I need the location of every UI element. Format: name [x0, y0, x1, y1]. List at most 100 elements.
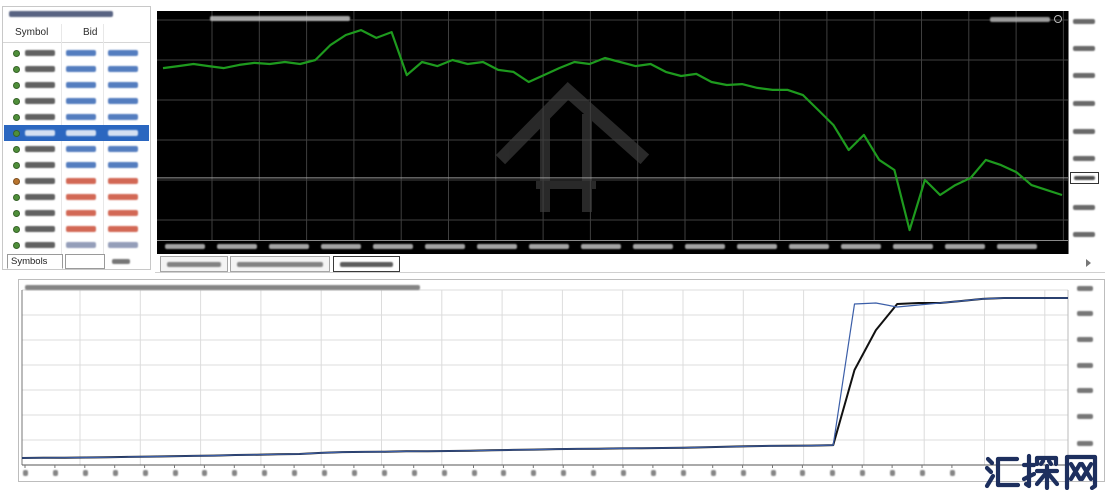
time-axis-label: [529, 244, 569, 249]
market-watch-row[interactable]: [4, 221, 149, 237]
current-price-text: [1074, 175, 1095, 180]
report-axis-label: [1077, 414, 1093, 419]
symbol-name-text: [25, 82, 55, 88]
bid-price-text: [66, 162, 96, 168]
market-watch-row[interactable]: [4, 45, 149, 61]
symbol-name-text: [25, 146, 55, 152]
ask-price-text: [108, 194, 138, 200]
report-axis-label: [1077, 311, 1093, 316]
market-watch-row[interactable]: [4, 125, 149, 141]
market-watch-row[interactable]: [4, 237, 149, 253]
ask-price-text: [108, 130, 138, 136]
chart-tab[interactable]: [230, 256, 330, 272]
market-watch-panel: Symbol Bid Symbols: [2, 6, 151, 270]
bid-price-text: [66, 66, 96, 72]
symbol-circle-icon: [13, 242, 20, 249]
symbol-circle-icon: [13, 98, 20, 105]
chart-tab[interactable]: [333, 256, 400, 272]
ask-price-text: [108, 210, 138, 216]
time-axis-label: [581, 244, 621, 249]
symbol-circle-icon: [13, 130, 20, 137]
report-x-axis-label: [172, 470, 178, 476]
bid-price-text: [66, 194, 96, 200]
market-watch-row[interactable]: [4, 157, 149, 173]
symbol-name-text: [25, 194, 55, 200]
report-x-axis-label: [740, 470, 746, 476]
bid-price-text: [66, 210, 96, 216]
chart-tab-label: [167, 262, 221, 267]
price-axis-label: [1073, 205, 1095, 210]
equity-line: [21, 297, 1068, 459]
time-axis-label: [217, 244, 257, 249]
market-watch-row[interactable]: [4, 77, 149, 93]
market-watch-row[interactable]: [4, 141, 149, 157]
symbol-circle-icon: [13, 226, 20, 233]
tab-symbols-label: Symbols: [11, 256, 48, 267]
symbol-name-text: [25, 162, 55, 168]
report-x-axis-label: [920, 470, 925, 476]
current-price-label: [1070, 171, 1099, 184]
report-x-axis-label: [262, 470, 268, 476]
bid-price-text: [66, 146, 96, 152]
symbol-name-text: [25, 242, 55, 248]
time-axis-label: [269, 244, 309, 249]
scroll-right-icon[interactable]: [1086, 259, 1091, 267]
report-axis-label: [1077, 441, 1093, 446]
bid-price-text: [66, 114, 96, 120]
report-x-axis-label: [23, 470, 28, 476]
price-chart: [157, 11, 1068, 241]
report-title-text: [25, 285, 420, 290]
tab-market-watch-third[interactable]: [109, 254, 135, 269]
report-chart-panel: [18, 279, 1105, 482]
time-axis-label: [321, 244, 361, 249]
symbol-circle-icon: [13, 178, 20, 185]
symbol-circle-icon: [13, 66, 20, 73]
report-axis-label: [1077, 363, 1093, 368]
time-axis-label: [165, 244, 205, 249]
tab-label-text: [112, 259, 130, 264]
chart-tab[interactable]: [160, 256, 228, 272]
symbol-circle-icon: [13, 210, 20, 217]
report-x-axis-label: [411, 470, 417, 476]
symbol-name-text: [25, 114, 55, 120]
ask-price-text: [108, 98, 138, 104]
bid-price-text: [66, 178, 96, 184]
price-axis-label: [1073, 73, 1095, 78]
watermark-logo: [984, 453, 1098, 490]
report-x-axis-label: [621, 470, 626, 476]
report-axis-label: [1077, 388, 1093, 393]
symbol-circle-icon: [13, 194, 20, 201]
price-chart-window[interactable]: [157, 11, 1068, 254]
symbol-circle-icon: [13, 162, 20, 169]
tab-symbols[interactable]: Symbols: [7, 254, 63, 269]
ask-price-text: [108, 162, 138, 168]
report-x-axis-label: [292, 470, 298, 476]
report-x-axis-label: [322, 470, 327, 476]
market-watch-row[interactable]: [4, 173, 149, 189]
market-watch-row[interactable]: [4, 93, 149, 109]
bid-price-text: [66, 50, 96, 56]
chart-title-text: [210, 16, 350, 21]
price-axis-label: [1073, 101, 1095, 106]
time-axis-label: [737, 244, 777, 249]
market-watch-row[interactable]: [4, 109, 149, 125]
report-x-axis-label: [531, 470, 537, 476]
time-axis-label: [997, 244, 1037, 249]
report-x-axis-label: [680, 470, 686, 476]
report-x-axis-label: [82, 470, 88, 476]
tab-market-watch-second[interactable]: [65, 254, 105, 269]
report-x-axis-label: [860, 470, 866, 476]
symbol-circle-icon: [13, 82, 20, 89]
report-x-axis-label: [441, 470, 447, 476]
market-watch-row[interactable]: [4, 189, 149, 205]
report-axis-label: [1077, 286, 1093, 291]
market-watch-row[interactable]: [4, 205, 149, 221]
ask-price-text: [108, 114, 138, 120]
balance-line: [21, 297, 1068, 459]
symbol-circle-icon: [13, 50, 20, 57]
bid-price-text: [66, 130, 96, 136]
time-axis-label: [425, 244, 465, 249]
ask-price-text: [108, 50, 138, 56]
market-watch-row[interactable]: [4, 61, 149, 77]
report-x-axis-label: [770, 470, 776, 476]
